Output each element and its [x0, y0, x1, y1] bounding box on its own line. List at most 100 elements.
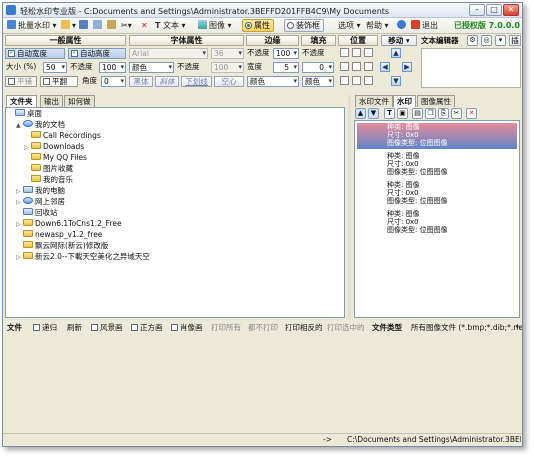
tree-item[interactable]: ▷ 我的电脑	[16, 186, 65, 196]
position-top-left[interactable]	[340, 48, 349, 57]
fill-header[interactable]: 填充	[301, 35, 336, 46]
exit-button[interactable]: 退出	[411, 20, 438, 32]
stroke-color-select[interactable]: 颜色	[247, 76, 299, 87]
file-type-select[interactable]: 所有图像文件 (*.bmp;*.dib;*.rle;	[408, 322, 522, 333]
tree-item[interactable]: My QQ Files	[24, 153, 87, 163]
open-icon[interactable]: ▾	[61, 20, 76, 32]
tree-item[interactable]: ▷ Downloads	[24, 142, 84, 152]
close-button[interactable]: ✕	[503, 4, 519, 16]
expand-icon[interactable]: ▷	[16, 220, 23, 230]
tree-item[interactable]: 图片收藏	[24, 164, 73, 174]
text-editor-area[interactable]	[421, 48, 521, 88]
save-icon[interactable]	[79, 20, 90, 32]
flip-checkbox[interactable]: 平翻	[40, 76, 78, 87]
help-menu[interactable]: 帮助 ▾	[366, 20, 389, 32]
portrait-checkbox[interactable]: 肖像画	[171, 323, 203, 333]
copy-watermark-icon[interactable]: ❐	[425, 108, 436, 119]
tree-item[interactable]: ▷ 网上邻居	[16, 197, 65, 207]
add-text-icon[interactable]: T	[384, 108, 395, 119]
tree-item[interactable]: newasp_v1.2_free	[16, 230, 102, 240]
auto-height-checkbox[interactable]: 自动高度	[68, 48, 126, 59]
add-image-icon[interactable]: ▣	[397, 108, 408, 119]
options-menu[interactable]: 选项 ▾	[338, 20, 361, 32]
folder-tree[interactable]: 桌面 ▲ 我的文档 Call Recordings ▷ Downloads My QQ Fi…	[5, 107, 345, 318]
watermark-list[interactable]: 种类: 图像 尺寸: 0x0 图像类型: 位图图像 种类: 图像 尺寸: 0x0 图像类型…	[354, 120, 520, 318]
expand-icon[interactable]: ▲	[16, 121, 23, 131]
fill-color-select[interactable]: 颜色	[302, 76, 334, 87]
size-select[interactable]: 50	[43, 62, 67, 73]
opacity-select[interactable]: 100	[99, 62, 126, 73]
stroke-header[interactable]: 边缘	[246, 35, 299, 46]
cut-watermark-icon[interactable]: ✂	[451, 108, 462, 119]
none-print-button[interactable]: 都不打印	[248, 323, 278, 333]
italic-button[interactable]: 斜体	[155, 76, 179, 87]
fill-value-select[interactable]: 0	[302, 62, 334, 73]
text-button[interactable]: T 文本 ▾	[155, 20, 186, 32]
position-top-right[interactable]	[364, 48, 373, 57]
tree-item[interactable]: 飘云网际(新云)修改版	[16, 241, 108, 251]
position-top-center[interactable]	[352, 48, 361, 57]
position-bottom-left[interactable]	[340, 76, 349, 85]
move-down-icon[interactable]: ▼	[368, 108, 379, 119]
tree-item[interactable]: ▷ 新云2.0--下載天空美化之异域天空	[16, 252, 150, 262]
stroke-opacity-select[interactable]: 100	[273, 48, 299, 59]
bold-button[interactable]: 黑体	[129, 76, 153, 87]
move-down-button[interactable]: ▼	[391, 76, 401, 86]
move-right-button[interactable]: ▶	[402, 62, 412, 72]
recurse-checkbox[interactable]: 递归	[33, 323, 57, 333]
refresh-button[interactable]: 刷新	[67, 323, 82, 333]
tree-item[interactable]: Call Recordings	[24, 131, 101, 141]
paste-icon[interactable]	[107, 20, 118, 32]
move-up-button[interactable]: ▲	[391, 48, 401, 58]
tree-item[interactable]: 我的音乐	[24, 175, 73, 185]
tree-item[interactable]: 桌面	[8, 109, 42, 119]
decorative-frame-toggle[interactable]: 装饰框	[284, 19, 324, 32]
cut-icon[interactable]: ✂▾	[121, 20, 132, 32]
tab-image-properties[interactable]: 图像属性	[417, 95, 455, 107]
delete-icon[interactable]: ✕	[141, 20, 148, 32]
tree-item[interactable]: ▷ Down6.1ToCns1.2_Free	[16, 219, 122, 229]
copy-icon[interactable]	[93, 20, 104, 32]
position-bottom-right[interactable]	[364, 76, 373, 85]
tab-watermark-files[interactable]: 水印文件	[355, 95, 393, 107]
font-color-select[interactable]: 颜色	[129, 62, 174, 73]
print-all-button[interactable]: 打印所有	[211, 323, 241, 333]
position-middle-left[interactable]	[340, 62, 349, 71]
expand-icon[interactable]: ▷	[16, 198, 23, 208]
expand-icon[interactable]: ▷	[16, 253, 23, 263]
landscape-checkbox[interactable]: 风景画	[91, 323, 123, 333]
minimize-button[interactable]: –	[469, 4, 485, 16]
general-properties-header[interactable]: 一般属性	[5, 35, 126, 46]
auto-width-checkbox[interactable]: 自动宽度	[5, 48, 65, 59]
tree-item[interactable]: ▲ 我的文档	[16, 120, 65, 130]
position-bottom-center[interactable]	[352, 76, 361, 85]
move-up-icon[interactable]: ▲	[355, 108, 366, 119]
tab-how-to[interactable]: 如何做	[64, 95, 95, 107]
image-button[interactable]: 图像 ▾	[198, 20, 232, 32]
open-watermark-icon[interactable]: ▤	[412, 108, 423, 119]
print-similar-button[interactable]: 打印相反的	[285, 323, 323, 333]
font-properties-header[interactable]: 字体属性	[129, 35, 244, 46]
width-spinner[interactable]: 5	[273, 62, 299, 73]
hollow-button[interactable]: 空心	[214, 76, 244, 87]
maximize-button[interactable]: □	[486, 4, 502, 16]
move-dropdown[interactable]: 移动 ▾	[381, 35, 417, 46]
watermark-item[interactable]: 种类: 图像 尺寸: 0x0 图像类型: 位图图像	[385, 210, 503, 236]
angle-select[interactable]: 0	[101, 76, 126, 87]
expand-icon[interactable]: ▷	[24, 143, 31, 153]
tile-checkbox[interactable]: 平铺	[5, 76, 37, 87]
tree-item[interactable]: 回收站	[16, 208, 58, 218]
square-checkbox[interactable]: 正方画	[131, 323, 163, 333]
underline-button[interactable]: 下划线	[181, 76, 212, 87]
move-left-button[interactable]: ◀	[380, 62, 390, 72]
editor-gear-icon[interactable]: ⚙	[467, 35, 478, 46]
position-header[interactable]: 位置	[338, 35, 378, 46]
batch-watermark-button[interactable]: 批量水印 ▾	[7, 20, 57, 32]
watermark-item[interactable]: 种类: 图像 尺寸: 0x0 图像类型: 位图图像	[385, 181, 503, 207]
font-opacity-select[interactable]: 100	[211, 62, 244, 73]
position-middle-right[interactable]	[364, 62, 373, 71]
editor-settings-icon[interactable]: ◎	[481, 35, 492, 46]
font-size-select[interactable]: 36	[211, 48, 244, 59]
watermark-item[interactable]: 种类: 图像 尺寸: 0x0 图像类型: 位图图像	[385, 152, 503, 178]
font-name-select[interactable]: Arial	[129, 48, 208, 59]
